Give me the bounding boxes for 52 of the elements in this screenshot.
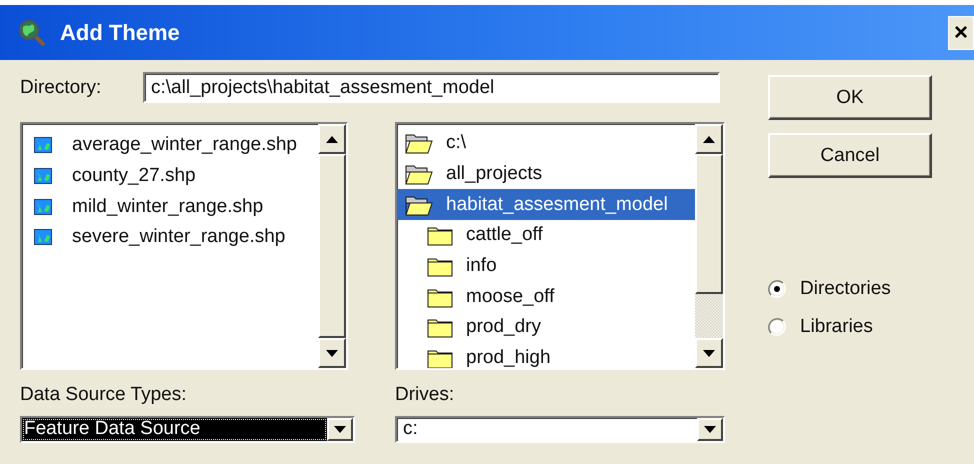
down-arrow-icon <box>326 350 338 356</box>
dropdown-arrow-button[interactable] <box>327 418 353 441</box>
scroll-down-button[interactable] <box>695 338 723 368</box>
up-arrow-icon <box>703 136 715 142</box>
shapefile-icon <box>34 168 52 184</box>
scroll-up-button[interactable] <box>695 124 723 154</box>
up-arrow-icon <box>326 136 338 142</box>
scrollbar[interactable] <box>318 124 346 368</box>
open-folder-icon <box>405 194 433 216</box>
folder-row[interactable]: prod_high <box>397 342 695 368</box>
shapefile-icon <box>34 229 52 246</box>
scroll-up-button[interactable] <box>318 124 346 154</box>
field-label: Drives: <box>395 384 456 406</box>
folder-row[interactable]: prod_dry <box>397 312 695 343</box>
radio-label[interactable]: Libraries <box>800 316 873 338</box>
folder-row[interactable]: cattle_off <box>397 220 695 251</box>
folder-row[interactable]: c:\ <box>397 128 695 159</box>
dialog-button[interactable]: Cancel <box>768 133 932 178</box>
radio-button[interactable] <box>768 280 786 298</box>
directory-field[interactable]: c:\all_projects\habitat_assesment_model <box>143 72 720 103</box>
field-label: Directory: <box>20 76 102 98</box>
close-button[interactable]: × <box>948 16 974 50</box>
folder-row[interactable]: all_projects <box>397 158 695 190</box>
shapefile-icon <box>34 137 52 154</box>
magnifier-globe-icon <box>18 18 46 46</box>
dropdown[interactable]: c: <box>395 416 725 443</box>
dropdown-value: Feature Data Source <box>22 418 327 441</box>
scrollbar-thumb[interactable] <box>318 154 346 338</box>
radio-button[interactable] <box>768 318 786 336</box>
open-folder-icon <box>405 163 433 186</box>
dropdown[interactable]: Feature Data Source <box>20 416 355 443</box>
down-arrow-icon <box>703 350 715 356</box>
scrollbar[interactable] <box>695 124 723 368</box>
shapefile-icon <box>34 198 52 215</box>
folder-row[interactable]: info <box>397 250 695 282</box>
scrollbar-thumb[interactable] <box>695 154 723 294</box>
file-name[interactable]: county_27.shp <box>72 165 196 188</box>
down-arrow-icon <box>704 426 716 433</box>
open-folder-icon <box>405 132 433 154</box>
scroll-down-button[interactable] <box>318 338 346 368</box>
folder-row[interactable]: moose_off <box>397 281 695 312</box>
dropdown-arrow-button[interactable] <box>697 418 723 441</box>
dialog-button[interactable]: OK <box>768 75 932 120</box>
down-arrow-icon <box>334 426 346 433</box>
selected-folder-row[interactable]: habitat_assesment_model <box>397 189 695 220</box>
file-name[interactable]: severe_winter_range.shp <box>72 226 286 248</box>
file-name[interactable]: mild_winter_range.shp <box>72 196 264 218</box>
field-label: Data Source Types: <box>20 384 188 406</box>
file-name[interactable]: average_winter_range.shp <box>72 134 297 156</box>
radio-label[interactable]: Directories <box>800 278 891 300</box>
dropdown-value: c: <box>402 418 419 441</box>
window-title: Add Theme <box>60 20 180 46</box>
